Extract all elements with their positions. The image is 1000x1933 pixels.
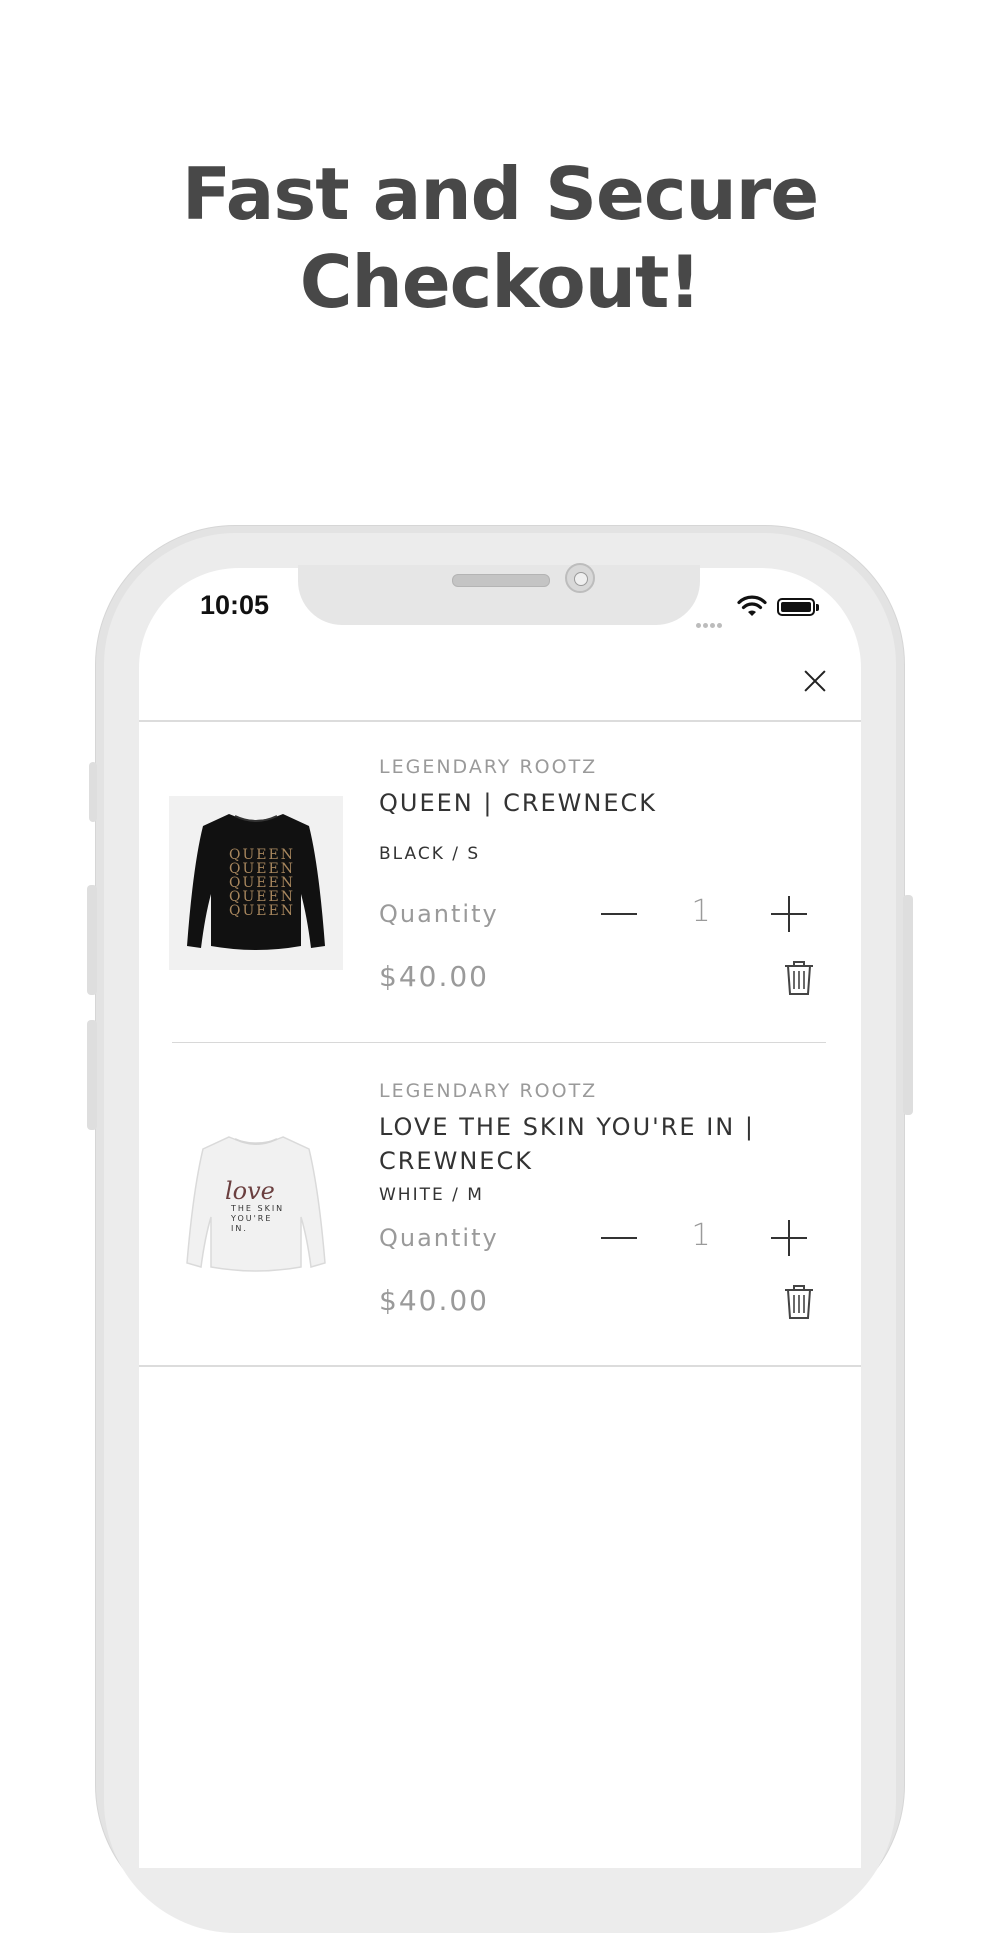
status-time: 10:05: [200, 590, 270, 620]
quantity-label: Quantity: [379, 900, 499, 928]
trash-icon[interactable]: [783, 1284, 815, 1320]
black-sweatshirt-image: QUEEN QUEEN QUEEN QUEEN QUEEN: [187, 814, 325, 950]
white-sweatshirt-image: love THE SKIN YOU'RE IN.: [186, 1136, 326, 1272]
item-price: $40.00: [379, 960, 489, 993]
product-image-queen-crewneck: QUEEN QUEEN QUEEN QUEEN QUEEN: [169, 796, 343, 970]
phone-mute-switch: [89, 762, 97, 822]
item-variant: WHITE / M: [379, 1185, 484, 1205]
print-line-5: QUEEN: [229, 903, 295, 919]
item-price: $40.00: [379, 1284, 489, 1317]
phone-volume-up-button: [87, 885, 97, 995]
quantity-value: 1: [691, 1218, 711, 1253]
item-vendor: LEGENDARY ROOTZ: [379, 1080, 598, 1102]
cart-item: QUEEN QUEEN QUEEN QUEEN QUEEN LEGENDARY …: [139, 720, 861, 1042]
item-variant: BLACK / S: [379, 844, 481, 864]
print-line-2: YOU'RE: [230, 1214, 272, 1223]
battery-icon: [777, 598, 819, 616]
print-line-3: IN.: [231, 1224, 248, 1233]
phone-volume-down-button: [87, 1020, 97, 1130]
cellular-signal-icon: [696, 613, 730, 628]
item-vendor: LEGENDARY ROOTZ: [379, 756, 598, 778]
decrease-quantity-button[interactable]: [601, 1220, 637, 1256]
item-title[interactable]: QUEEN | CREWNECK: [379, 786, 779, 820]
print-script: love: [225, 1177, 275, 1205]
decrease-quantity-button[interactable]: [601, 896, 637, 932]
wifi-icon: [737, 595, 767, 616]
quantity-label: Quantity: [379, 1224, 499, 1252]
promo-headline-line1: Fast and Secure: [181, 152, 819, 236]
close-cart-button[interactable]: [800, 666, 830, 696]
promo-headline-line2: Checkout!: [299, 240, 702, 324]
product-image-love-crewneck: love THE SKIN YOU'RE IN.: [169, 1121, 343, 1295]
phone-speaker: [452, 574, 550, 587]
quantity-value: 1: [691, 894, 711, 929]
increase-quantity-button[interactable]: [771, 1220, 807, 1256]
promo-headline: Fast and Secure Checkout!: [0, 150, 1000, 326]
cart-item: love THE SKIN YOU'RE IN. LEGENDARY ROOTZ…: [139, 1043, 861, 1365]
increase-quantity-button[interactable]: [771, 896, 807, 932]
cart-bottom-divider: [139, 1365, 861, 1367]
print-line-1: THE SKIN: [230, 1204, 284, 1213]
phone-camera: [565, 563, 595, 593]
item-title[interactable]: LOVE THE SKIN YOU'RE IN | CREWNECK: [379, 1110, 779, 1178]
phone-power-button: [903, 895, 913, 1115]
trash-icon[interactable]: [783, 960, 815, 996]
